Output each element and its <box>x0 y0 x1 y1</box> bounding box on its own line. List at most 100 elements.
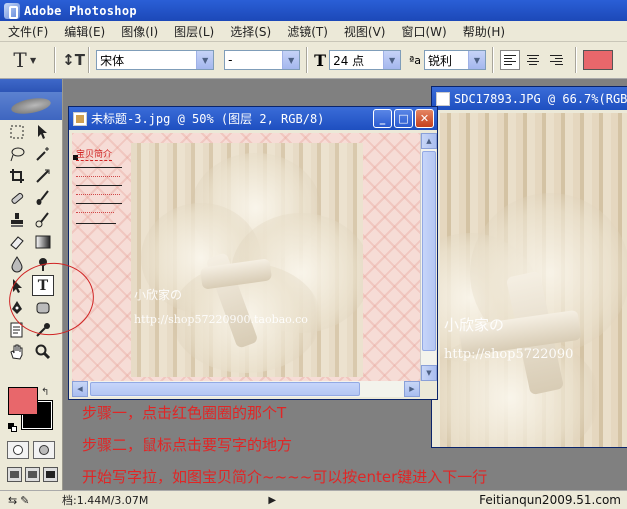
menu-edit[interactable]: 编辑(E) <box>56 23 113 40</box>
crop-tool-icon[interactable] <box>6 165 28 186</box>
font-family-select[interactable]: 宋体 ▼ <box>96 50 215 70</box>
antialias-icon: ªa <box>409 53 421 67</box>
blur-tool-icon[interactable] <box>6 253 28 274</box>
pen-tool-icon[interactable] <box>6 297 28 318</box>
close-button[interactable]: ✕ <box>415 109 434 128</box>
document-icon <box>436 91 450 106</box>
photoshop-app-icon <box>4 2 20 19</box>
gradient-tool-icon[interactable] <box>32 231 54 252</box>
clone-stamp-tool-icon[interactable] <box>6 209 28 230</box>
toolbox-header[interactable] <box>0 79 62 92</box>
minimize-button[interactable]: _ <box>373 109 392 128</box>
feather-icon[interactable]: ✎ <box>20 494 29 507</box>
lasso-tool-icon[interactable] <box>6 143 28 164</box>
eraser-tool-icon[interactable] <box>6 231 28 252</box>
watermark-name: 小欣家の <box>444 316 505 334</box>
standard-screen-mode-button[interactable] <box>7 467 22 482</box>
text-orientation-icon[interactable]: ↕T <box>62 51 85 69</box>
shape-tool-icon[interactable] <box>32 297 54 318</box>
vertical-scrollbar[interactable]: ▲ ▼ <box>420 133 437 381</box>
full-screen-mode-button[interactable] <box>43 467 58 482</box>
divider <box>54 47 57 73</box>
scroll-left-arrow-icon[interactable]: ◀ <box>72 381 88 397</box>
align-center-button[interactable] <box>523 50 543 70</box>
maximize-button[interactable]: □ <box>394 109 413 128</box>
path-selection-tool-icon[interactable] <box>6 275 28 296</box>
adobe-online-feather-icon[interactable] <box>0 92 62 120</box>
zoom-tool-icon[interactable] <box>32 341 54 362</box>
document-title-bar[interactable]: SDC17893.JPG @ 66.7%(RGB <box>432 87 627 110</box>
menu-filter[interactable]: 滤镜(T) <box>279 23 336 40</box>
scroll-up-arrow-icon[interactable]: ▲ <box>421 133 437 149</box>
document-canvas[interactable]: 宝贝简介 小欣家の http://shop57220900.taobao.co <box>72 133 420 381</box>
menu-image[interactable]: 图像(I) <box>113 23 166 40</box>
watermark-url: http://shop5722090 <box>444 347 574 362</box>
canvas-text-title: 宝贝简介 <box>76 147 113 161</box>
font-size-icon: T <box>314 50 327 70</box>
instruction-step-3: 开始写字拉，如图宝贝简介~~~~可以按enter键进入下一行 <box>82 468 488 486</box>
font-size-select[interactable]: 24 点 ▼ <box>329 50 402 70</box>
title-bar: Adobe Photoshop <box>0 0 627 21</box>
menu-bar: 文件(F) 编辑(E) 图像(I) 图层(L) 选择(S) 滤镜(T) 视图(V… <box>0 21 627 42</box>
brush-tool-icon[interactable] <box>32 187 54 208</box>
marquee-tool-icon[interactable] <box>6 121 28 142</box>
watermark-name: 小欣家の <box>134 288 183 302</box>
document-window-sdc17893: SDC17893.JPG @ 66.7%(RGB 小欣家の http://sho… <box>431 86 627 448</box>
swap-colors-icon[interactable]: ↰ <box>41 387 49 398</box>
align-left-button[interactable] <box>500 50 520 70</box>
color-swatches: ↰ <box>8 387 54 433</box>
text-color-swatch[interactable] <box>583 50 613 70</box>
scroll-thumb[interactable] <box>90 382 360 396</box>
align-right-button[interactable] <box>546 50 566 70</box>
options-bar: T ▼ ↕T 宋体 ▼ - ▼ T 24 点 ▼ ªa 锐利 ▼ <box>0 42 627 79</box>
menu-select[interactable]: 选择(S) <box>222 23 279 40</box>
eyedropper-tool-icon[interactable] <box>32 319 54 340</box>
healing-brush-tool-icon[interactable] <box>6 187 28 208</box>
imageready-icon[interactable]: ⇆ <box>8 494 17 507</box>
scroll-right-arrow-icon[interactable]: ▶ <box>404 381 420 397</box>
divider <box>492 47 494 73</box>
chevron-down-icon[interactable]: ▼ <box>30 56 36 65</box>
menu-window[interactable]: 窗口(W) <box>393 23 454 40</box>
notes-tool-icon[interactable] <box>6 319 28 340</box>
chevron-down-icon: ▼ <box>196 51 214 69</box>
text-line <box>76 173 120 177</box>
chevron-down-icon: ▼ <box>468 51 485 69</box>
hand-tool-icon[interactable] <box>6 341 28 362</box>
product-photo <box>131 143 363 377</box>
menu-view[interactable]: 视图(V) <box>336 23 394 40</box>
font-size-value: 24 点 <box>333 53 365 68</box>
tool-grid: T <box>6 121 56 363</box>
text-line <box>76 223 116 224</box>
foreground-color-swatch[interactable] <box>8 387 38 415</box>
history-brush-tool-icon[interactable] <box>32 209 54 230</box>
document-canvas[interactable]: 小欣家の http://shop5722090 <box>440 113 627 447</box>
default-colors-icon[interactable] <box>8 423 18 433</box>
divider <box>306 47 309 73</box>
resize-grip[interactable] <box>420 381 436 397</box>
full-screen-menu-mode-button[interactable] <box>25 467 40 482</box>
scroll-down-arrow-icon[interactable]: ▼ <box>421 365 437 381</box>
window-title: Adobe Photoshop <box>24 3 137 18</box>
font-style-value: - <box>228 53 233 67</box>
dodge-tool-icon[interactable] <box>32 253 54 274</box>
horizontal-scrollbar[interactable]: ◀ ▶ <box>72 381 420 397</box>
text-line <box>76 191 120 195</box>
standard-mode-button[interactable] <box>7 441 29 459</box>
antialias-select[interactable]: 锐利 ▼ <box>424 50 486 70</box>
status-bar: ⇆ ✎ 档:1.44M/3.07M ▶ Feitianqun2009.51.co… <box>0 490 627 509</box>
menu-help[interactable]: 帮助(H) <box>455 23 513 40</box>
font-style-select[interactable]: - ▼ <box>224 50 301 70</box>
text-line <box>76 209 114 213</box>
slice-tool-icon[interactable] <box>32 165 54 186</box>
menu-layer[interactable]: 图层(L) <box>166 23 222 40</box>
quick-mask-mode-button[interactable] <box>33 441 55 459</box>
document-size: 档:1.44M/3.07M <box>62 494 149 507</box>
status-menu-arrow-icon[interactable]: ▶ <box>268 495 276 506</box>
move-tool-icon[interactable] <box>32 121 54 142</box>
magic-wand-tool-icon[interactable] <box>32 143 54 164</box>
watermark-site: Feitianqun2009.51.com <box>479 493 621 507</box>
text-tool-icon[interactable]: T <box>32 275 54 296</box>
menu-file[interactable]: 文件(F) <box>0 23 56 40</box>
scroll-thumb[interactable] <box>422 151 436 351</box>
